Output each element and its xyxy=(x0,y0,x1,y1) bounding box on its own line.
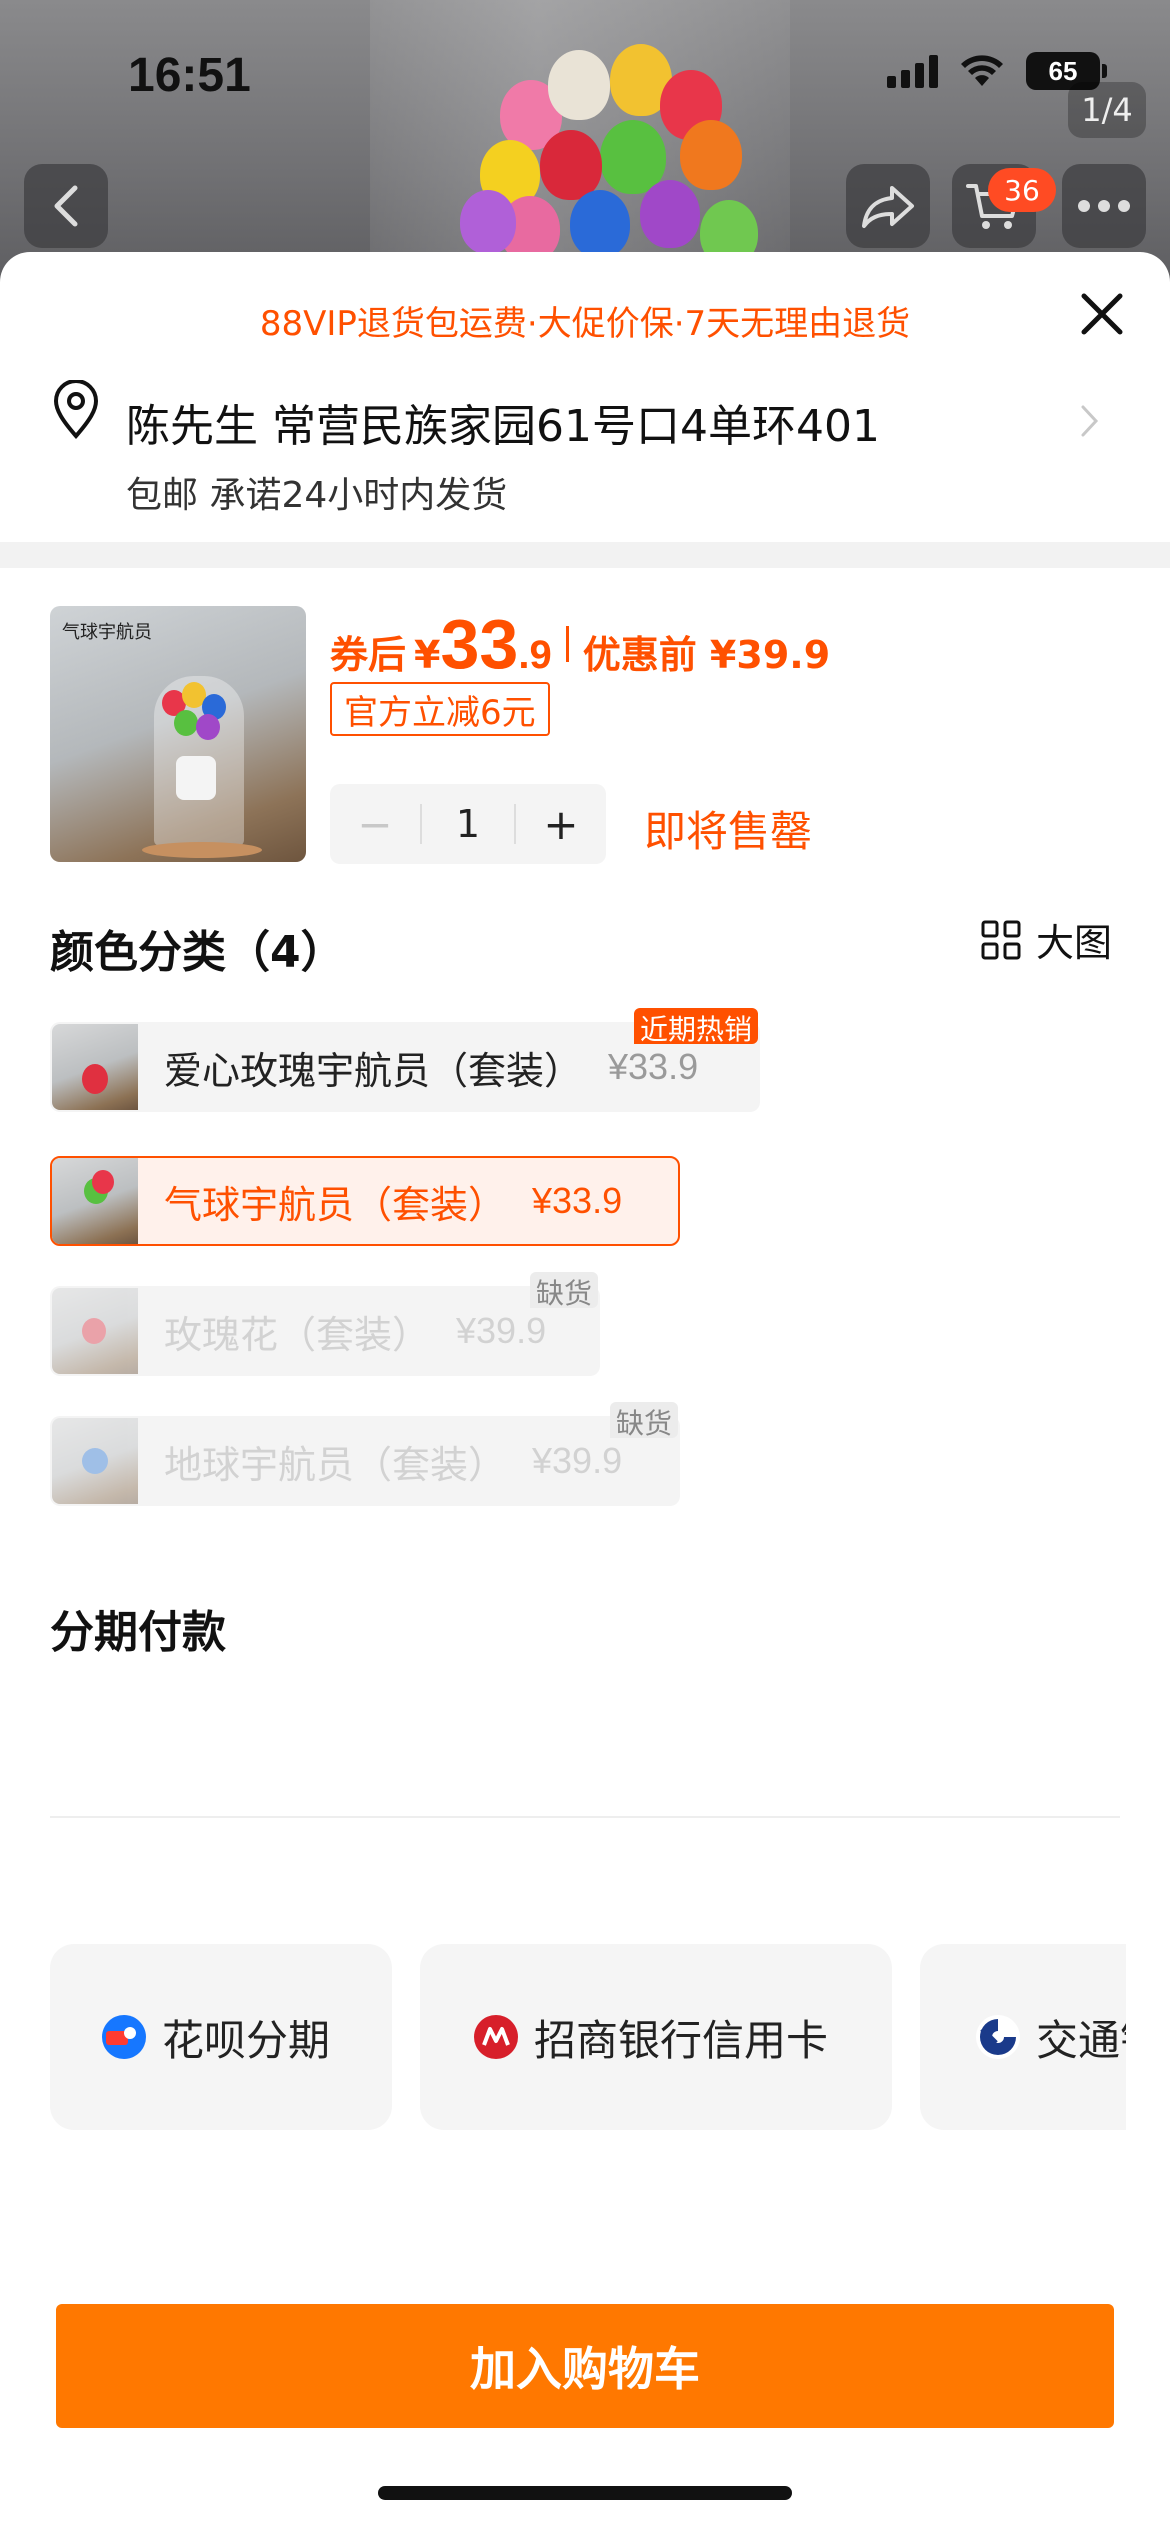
quantity-stepper: − 1 + xyxy=(330,784,606,864)
installment-option-huabei[interactable]: 花呗分期 xyxy=(50,1944,392,2130)
gallery-page-indicator: 1/4 xyxy=(1068,82,1146,138)
installment-section-title: 分期付款 xyxy=(50,1607,226,1658)
option-thumbnail xyxy=(52,1288,138,1374)
more-button[interactable] xyxy=(1062,164,1146,248)
color-option-out-of-stock[interactable]: 地球宇航员（套装） ¥39.9 缺货 xyxy=(50,1402,680,1506)
signal-icon xyxy=(887,54,938,88)
option-price: ¥39.9 xyxy=(532,1440,623,1481)
chevron-left-icon xyxy=(54,185,78,227)
quantity-value[interactable]: 1 xyxy=(420,804,516,844)
status-icons: 65 xyxy=(887,52,1107,90)
option-name: 气球宇航员（套装） xyxy=(164,1182,507,1227)
section-divider xyxy=(0,542,1170,568)
grid-icon xyxy=(981,920,1021,959)
option-price: ¥39.9 xyxy=(456,1310,547,1351)
home-indicator xyxy=(378,2486,792,2500)
thumbnail-caption: 气球宇航员 xyxy=(62,622,152,643)
original-price: 优惠前 ¥39.9 xyxy=(582,633,831,677)
option-thumbnail xyxy=(52,1158,138,1244)
huabei-icon xyxy=(102,2015,146,2059)
installment-option-bocom[interactable]: 交通银 xyxy=(920,1944,1126,2130)
price-label: 券后 xyxy=(330,633,407,677)
option-name: 玫瑰花（套装） xyxy=(164,1312,431,1357)
add-to-cart-button[interactable]: 加入购物车 xyxy=(56,2304,1114,2428)
price-decimal: .9 xyxy=(518,633,552,677)
share-icon xyxy=(862,186,914,228)
share-button[interactable] xyxy=(846,164,930,248)
status-time: 16:51 xyxy=(128,49,251,102)
color-option[interactable]: 爱心玫瑰宇航员（套装） ¥33.9 近期热销 xyxy=(50,1008,760,1112)
out-of-stock-badge: 缺货 xyxy=(609,1402,678,1440)
installment-label: 花呗分期 xyxy=(162,2015,331,2065)
chevron-right-icon xyxy=(1081,405,1099,437)
location-pin-icon xyxy=(53,380,99,440)
increase-button[interactable]: + xyxy=(516,800,606,849)
cmb-bank-icon xyxy=(474,2015,518,2059)
color-section-title: 颜色分类（4） xyxy=(50,927,345,978)
price-integer: 33 xyxy=(440,605,519,683)
shipping-promise: 包邮 承诺24小时内发货 xyxy=(126,475,508,516)
address-selector[interactable]: 陈先生 常营民族家园61号口4单环401 包邮 承诺24小时内发货 xyxy=(50,380,1130,516)
option-price: ¥33.9 xyxy=(608,1046,699,1087)
currency-symbol: ¥ xyxy=(414,633,441,677)
option-price: ¥33.9 xyxy=(532,1180,623,1221)
cart-count-badge: 36 xyxy=(988,168,1056,212)
product-thumbnail[interactable]: 气球宇航员 xyxy=(50,606,306,862)
big-view-label: 大图 xyxy=(1036,921,1113,965)
stock-note: 即将售罄 xyxy=(644,807,813,856)
balloon xyxy=(548,50,610,120)
installment-option-cmb[interactable]: 招商银行信用卡 xyxy=(420,1944,892,2130)
balloon xyxy=(680,120,742,190)
price-row: 券后 ¥ 33 .9 优惠前 ¥39.9 xyxy=(330,604,830,684)
balloon xyxy=(460,190,516,254)
coupon-tag: 官方立减6元 xyxy=(330,682,550,736)
close-button[interactable] xyxy=(1070,282,1134,346)
close-icon xyxy=(1081,293,1123,335)
address-text: 陈先生 常营民族家园61号口4单环401 xyxy=(126,401,880,452)
more-icon xyxy=(1078,200,1130,212)
balloon xyxy=(570,190,630,258)
hot-sale-badge: 近期热销 xyxy=(633,1008,758,1046)
bocom-bank-icon xyxy=(976,2015,1020,2059)
decrease-button[interactable]: − xyxy=(330,800,420,849)
vip-benefits-banner: 88VIP退货包运费·大促价保·7天无理由退货 xyxy=(259,304,911,344)
sku-selection-sheet: 88VIP退货包运费·大促价保·7天无理由退货 陈先生 常营民族家园61号口4单… xyxy=(0,252,1170,2532)
option-thumbnail xyxy=(52,1024,138,1110)
option-name: 地球宇航员（套装） xyxy=(164,1442,507,1487)
installment-label: 招商银行信用卡 xyxy=(534,2015,829,2065)
back-button[interactable] xyxy=(24,164,108,248)
color-option-out-of-stock[interactable]: 玫瑰花（套装） ¥39.9 缺货 xyxy=(50,1272,600,1376)
installment-label: 交通银 xyxy=(1036,2015,1126,2065)
price-separator xyxy=(565,626,569,662)
balloon xyxy=(540,130,602,200)
balloon xyxy=(640,180,700,248)
option-thumbnail xyxy=(52,1418,138,1504)
big-view-toggle[interactable]: 大图 xyxy=(980,912,1112,967)
out-of-stock-badge: 缺货 xyxy=(529,1272,598,1310)
wifi-icon xyxy=(961,55,1003,86)
option-name: 爱心玫瑰宇航员（套装） xyxy=(164,1048,583,1093)
section-divider xyxy=(50,1816,1120,1818)
color-option-selected[interactable]: 气球宇航员（套装） ¥33.9 xyxy=(50,1156,680,1246)
